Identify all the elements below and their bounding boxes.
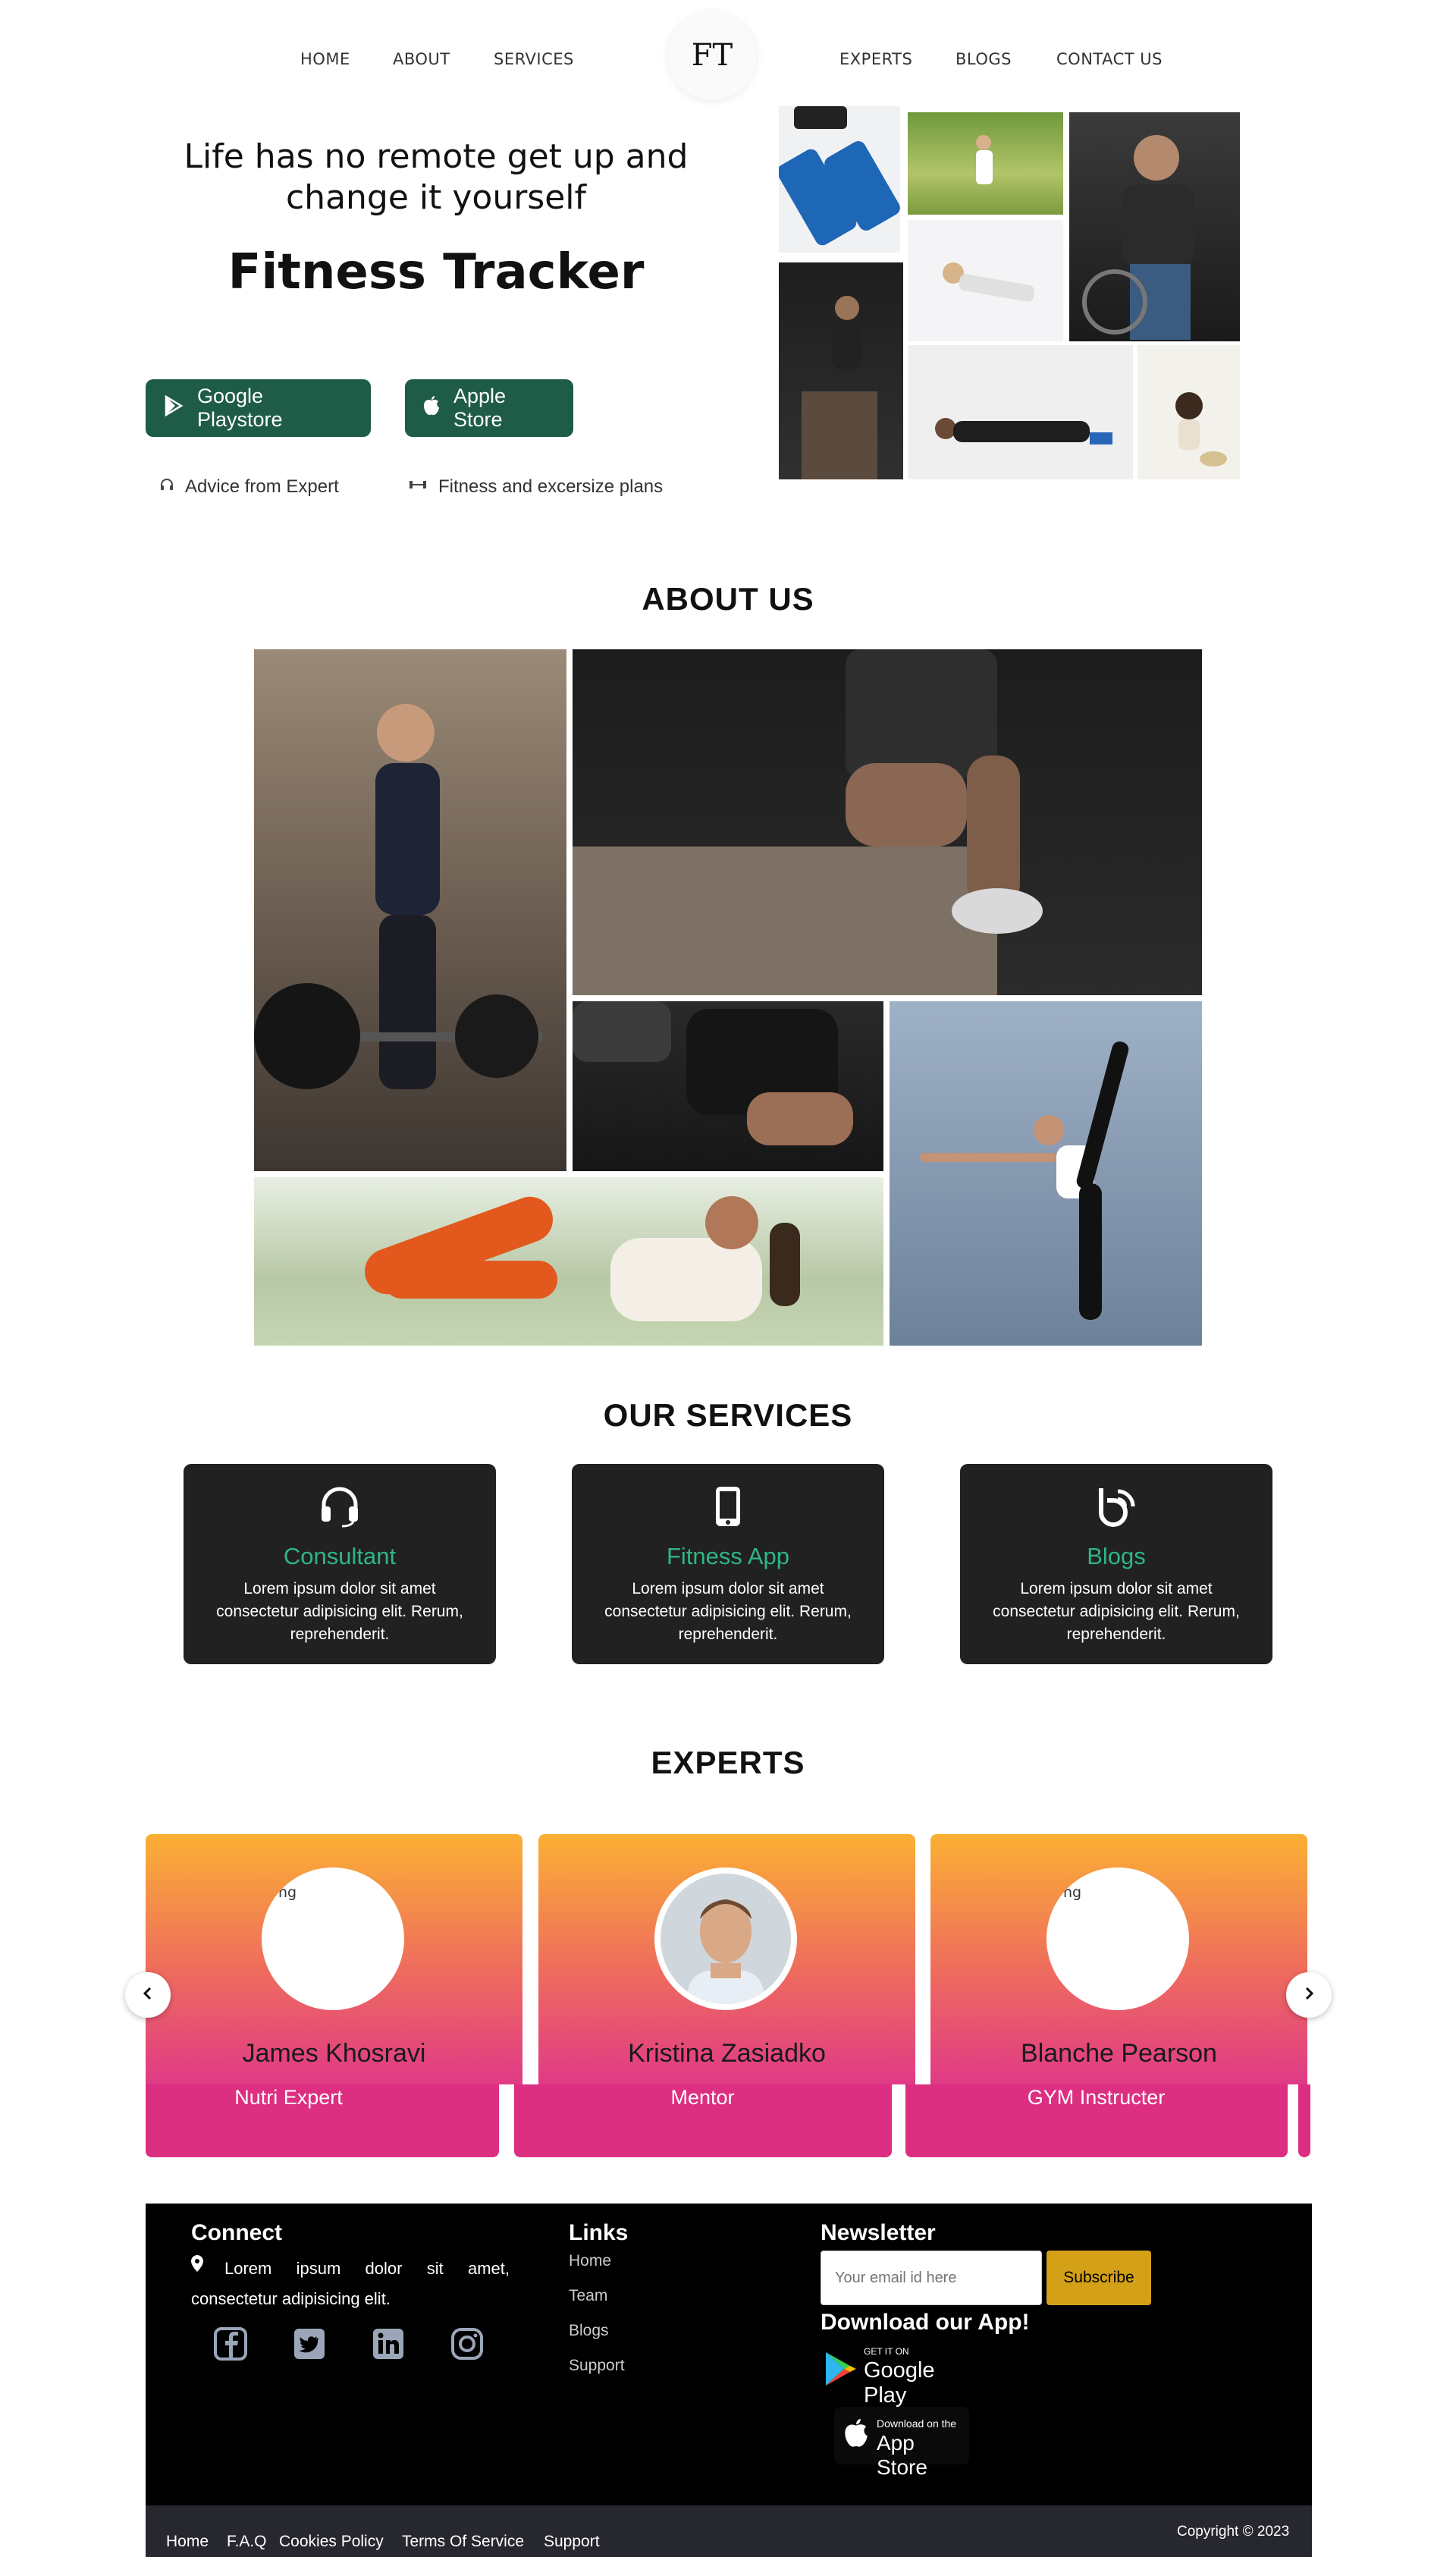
bottom-link-terms[interactable]: Terms Of Service: [402, 2533, 524, 2551]
expert-card-kristina[interactable]: Kristina Zasiadko Mentor: [538, 1834, 915, 2109]
download-title: Download our App!: [821, 2310, 1030, 2335]
avatar-alt-text: ng: [1063, 1884, 1082, 1901]
service-card-blogs[interactable]: Blogs Lorem ipsum dolor sit amet consect…: [960, 1464, 1272, 1664]
experts-title: EXPERTS: [651, 1745, 805, 1780]
expert-name: James Khosravi: [242, 2039, 426, 2068]
footer-link-home[interactable]: Home: [569, 2252, 611, 2270]
app-store-badge[interactable]: Download on the App Store: [834, 2407, 969, 2479]
photo-deadlift: [254, 649, 566, 1171]
expert-card-blanche[interactable]: ng Blanche Pearson GYM Instructer: [930, 1834, 1307, 2109]
avatar: ng: [1046, 1867, 1189, 2010]
feature-advice-label: Advice from Expert: [185, 476, 339, 497]
service-name: Consultant: [283, 1543, 397, 1569]
google-play-small: GET IT ON: [864, 2346, 909, 2357]
bottom-link-home[interactable]: Home: [166, 2533, 209, 2551]
service-desc: Lorem ipsum dolor sit amet consectetur a…: [216, 1580, 463, 1643]
chevron-right-icon: [1303, 1987, 1315, 2003]
carousel-next-button[interactable]: [1286, 1972, 1332, 2018]
headset-small-icon: [159, 476, 174, 498]
bottom-link-cookies[interactable]: Cookies Policy: [279, 2533, 384, 2551]
expert-name: Kristina Zasiadko: [628, 2039, 826, 2068]
app-store-apple-icon: [842, 2416, 871, 2455]
photo-plank: [908, 220, 1063, 341]
photo-wheelchair-man: [1069, 112, 1240, 341]
google-play-badge[interactable]: GET IT ON Google Play: [824, 2343, 976, 2408]
avatar: ng: [262, 1867, 404, 2010]
mobile-icon: [572, 1485, 884, 1531]
feature-advice: Advice from Expert: [159, 476, 339, 498]
email-field[interactable]: [821, 2251, 1042, 2305]
subscribe-button[interactable]: Subscribe: [1046, 2251, 1151, 2305]
photo-situps: [254, 1177, 883, 1346]
hero-tagline: Life has no remote get up and change it …: [184, 137, 689, 217]
photo-pushup: [908, 345, 1133, 479]
photo-box-jump: [779, 262, 903, 479]
avatar-alt-text: ng: [278, 1884, 297, 1901]
avatar: [654, 1867, 797, 2010]
blogger-icon: [960, 1485, 1272, 1531]
instagram-icon[interactable]: [450, 2327, 484, 2364]
bottom-link-faq[interactable]: F.A.Q: [227, 2533, 267, 2551]
apple-icon: [422, 394, 441, 423]
service-desc: Lorem ipsum dolor sit amet consectetur a…: [993, 1580, 1240, 1643]
newsletter-title: Newsletter: [821, 2220, 936, 2245]
links-title: Links: [569, 2220, 629, 2245]
feature-plans: Fitness and excersize plans: [408, 476, 663, 498]
twitter-icon[interactable]: [293, 2327, 326, 2364]
expert-role: Mentor: [670, 2086, 735, 2109]
google-playstore-button[interactable]: Google Playstore: [146, 379, 371, 437]
nav-home[interactable]: HOME: [300, 50, 350, 68]
play-icon: [162, 394, 185, 423]
dumbbell-icon: [408, 476, 428, 498]
photo-dumbbells: [779, 106, 900, 253]
bottom-bar: Home F.A.Q Cookies Policy Terms Of Servi…: [146, 2505, 1312, 2557]
nav-blogs[interactable]: BLOGS: [956, 50, 1012, 68]
top-nav: HOME ABOUT SERVICES FT EXPERTS BLOGS CON…: [0, 0, 1456, 114]
footer: Connect Lorem ipsum dolor sit amet, cons…: [146, 2204, 1312, 2505]
footer-link-blogs[interactable]: Blogs: [569, 2322, 609, 2340]
app-store-small: Download on the: [877, 2417, 957, 2430]
copyright: Copyright © 2023: [1177, 2524, 1290, 2540]
about-title: ABOUT US: [642, 581, 814, 617]
apple-store-label: Apple Store: [453, 385, 507, 431]
app-store-big: App Store: [877, 2431, 927, 2479]
service-name: Fitness App: [667, 1543, 789, 1569]
nav-contact[interactable]: CONTACT US: [1056, 50, 1163, 68]
service-card-consultant[interactable]: Consultant Lorem ipsum dolor sit amet co…: [184, 1464, 496, 1664]
google-play-logo-icon: [824, 2351, 858, 2391]
carousel-prev-button[interactable]: [125, 1972, 171, 2018]
service-name: Blogs: [1087, 1543, 1146, 1569]
chevron-left-icon: [142, 1987, 154, 2003]
site-logo[interactable]: FT: [667, 11, 757, 100]
expert-role: GYM Instructer: [1027, 2086, 1166, 2109]
expert-name: Blanche Pearson: [1021, 2039, 1217, 2068]
feature-plans-label: Fitness and excersize plans: [438, 476, 664, 497]
photo-yoga-stretch: [890, 1001, 1202, 1346]
service-desc: Lorem ipsum dolor sit amet consectetur a…: [604, 1580, 852, 1643]
service-card-fitness-app[interactable]: Fitness App Lorem ipsum dolor sit amet c…: [572, 1464, 884, 1664]
nav-about[interactable]: ABOUT: [393, 50, 450, 68]
expert-role: Nutri Expert: [234, 2086, 343, 2109]
footer-link-support[interactable]: Support: [569, 2357, 625, 2375]
nav-services[interactable]: SERVICES: [494, 50, 574, 68]
connect-title: Connect: [191, 2220, 282, 2245]
google-play-big: Google Play: [864, 2358, 935, 2408]
services-title: OUR SERVICES: [603, 1397, 853, 1433]
footer-link-team[interactable]: Team: [569, 2287, 607, 2305]
photo-yoga-dog: [1138, 345, 1240, 479]
photo-box-jump-large: [573, 649, 1202, 995]
photo-park-girl: [908, 112, 1063, 215]
nav-experts[interactable]: EXPERTS: [839, 50, 912, 68]
photo-machine-arm: [573, 1001, 883, 1171]
expert-card-james[interactable]: ng James Khosravi Nutri Expert: [146, 1834, 522, 2109]
headset-icon: [184, 1485, 496, 1531]
bottom-link-support[interactable]: Support: [544, 2533, 600, 2551]
connect-text: Lorem ipsum dolor sit amet, consectetur …: [191, 2259, 510, 2308]
facebook-icon[interactable]: [214, 2327, 247, 2364]
expert-card-base: [1298, 2084, 1310, 2157]
apple-store-button[interactable]: Apple Store: [405, 379, 573, 437]
google-playstore-label: Google Playstore: [197, 385, 283, 431]
linkedin-icon[interactable]: [372, 2327, 405, 2364]
hero-title: Fitness Tracker: [228, 244, 645, 300]
